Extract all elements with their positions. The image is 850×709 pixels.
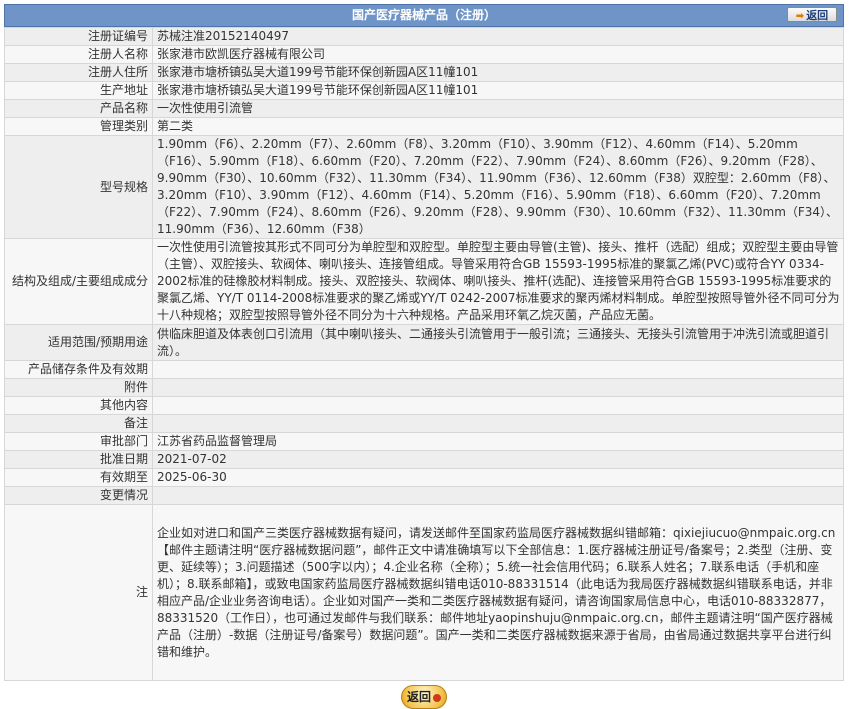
- footer: 返回: [4, 681, 844, 709]
- field-value: 张家港市塘桥镇弘吴大道199号节能环保创新园A区11幢101: [152, 81, 844, 100]
- field-label: 批准日期: [4, 450, 153, 469]
- field-label: 结构及组成/主要组成成分: [4, 238, 153, 325]
- field-label: 注册人住所: [4, 63, 153, 82]
- field-value: 2025-06-30: [152, 468, 844, 487]
- field-value: [152, 378, 844, 397]
- field-label: 变更情况: [4, 486, 153, 505]
- field-label: 产品储存条件及有效期: [4, 360, 153, 379]
- table-row: 注企业如对进口和国产三类医疗器械数据有疑问，请发送邮件至国家药监局医疗器械数据纠…: [4, 504, 844, 681]
- table-row: 其他内容: [4, 396, 844, 415]
- field-value: 1.90mm（F6）、2.20mm（F7）、2.60mm（F8）、3.20mm（…: [152, 135, 844, 239]
- back-label: 返回: [406, 690, 431, 704]
- field-label: 注册证编号: [4, 27, 153, 46]
- table-row: 管理类别 第二类: [4, 117, 844, 136]
- field-value: [152, 414, 844, 433]
- detail-table: 注册证编号 苏械注准20152140497 注册人名称 张家港市欧凯医疗器械有限公司注…: [4, 27, 844, 681]
- field-label: 管理类别: [4, 117, 153, 136]
- table-row: 生产地址 张家港市塘桥镇弘吴大道199号节能环保创新园A区11幢101: [4, 81, 844, 100]
- title-bar: 国产医疗器械产品（注册） ➡ 返回: [4, 4, 844, 27]
- field-label: 生产地址: [4, 81, 153, 100]
- arrow-right-icon: ➡: [795, 11, 805, 22]
- field-label: 附件: [4, 378, 153, 397]
- table-row: 审批部门 江苏省药品监督管理局: [4, 432, 844, 451]
- field-label: 适用范围/预期用途: [4, 324, 153, 361]
- back-button-bottom[interactable]: 返回: [401, 685, 447, 709]
- back-label: 返回: [806, 9, 829, 22]
- table-row: 注册证编号 苏械注准20152140497: [4, 27, 844, 46]
- field-value: 2021-07-02: [152, 450, 844, 469]
- dot-icon: [433, 693, 441, 702]
- table-row: 型号规格 1.90mm（F6）、2.20mm（F7）、2.60mm（F8）、3.2…: [4, 135, 844, 239]
- table-row: 产品储存条件及有效期: [4, 360, 844, 379]
- field-value: [152, 396, 844, 415]
- field-value: 苏械注准20152140497: [152, 27, 844, 46]
- table-row: 注册人住所 张家港市塘桥镇弘吴大道199号节能环保创新园A区11幢101: [4, 63, 844, 82]
- table-row: 注册人名称 张家港市欧凯医疗器械有限公司: [4, 45, 844, 64]
- field-value: [152, 486, 844, 505]
- field-label: 注: [4, 504, 153, 681]
- field-label: 型号规格: [4, 135, 153, 239]
- page-title: 国产医疗器械产品（注册）: [351, 8, 496, 22]
- detail-panel: 国产医疗器械产品（注册） ➡ 返回 注册证编号 苏械注准20152140497 注册人…: [4, 4, 844, 709]
- field-value: 一次性使用引流管按其形式不同可分为单腔型和双腔型。单腔型主要由导管(主管)、接头…: [152, 238, 844, 325]
- field-label: 有效期至: [4, 468, 153, 487]
- field-label: 审批部门: [4, 432, 153, 451]
- table-row: 有效期至 2025-06-30: [4, 468, 844, 487]
- field-label: 注册人名称: [4, 45, 153, 64]
- field-label: 产品名称: [4, 99, 153, 118]
- table-row: 批准日期 2021-07-02: [4, 450, 844, 469]
- field-value: 江苏省药品监督管理局: [152, 432, 844, 451]
- table-row: 适用范围/预期用途 供临床胆道及体表创口引流用（其中喇叭接头、二通接头引流管用于一…: [4, 324, 844, 361]
- field-value: 第二类: [152, 117, 844, 136]
- field-value: 张家港市塘桥镇弘吴大道199号节能环保创新园A区11幢101: [152, 63, 844, 82]
- back-button-top[interactable]: ➡ 返回: [787, 7, 837, 22]
- field-value: [152, 360, 844, 379]
- table-row: 附件: [4, 378, 844, 397]
- table-row: 备注: [4, 414, 844, 433]
- field-value: 一次性使用引流管: [152, 99, 844, 118]
- field-value: 张家港市欧凯医疗器械有限公司: [152, 45, 844, 64]
- table-row: 变更情况: [4, 486, 844, 505]
- field-value: 企业如对进口和国产三类医疗器械数据有疑问，请发送邮件至国家药监局医疗器械数据纠错…: [152, 504, 844, 681]
- field-value: 供临床胆道及体表创口引流用（其中喇叭接头、二通接头引流管用于一般引流；三通接头、…: [152, 324, 844, 361]
- field-label: 备注: [4, 414, 153, 433]
- field-label: 其他内容: [4, 396, 153, 415]
- table-row: 结构及组成/主要组成成分 一次性使用引流管按其形式不同可分为单腔型和双腔型。单腔型…: [4, 238, 844, 325]
- table-row: 产品名称 一次性使用引流管: [4, 99, 844, 118]
